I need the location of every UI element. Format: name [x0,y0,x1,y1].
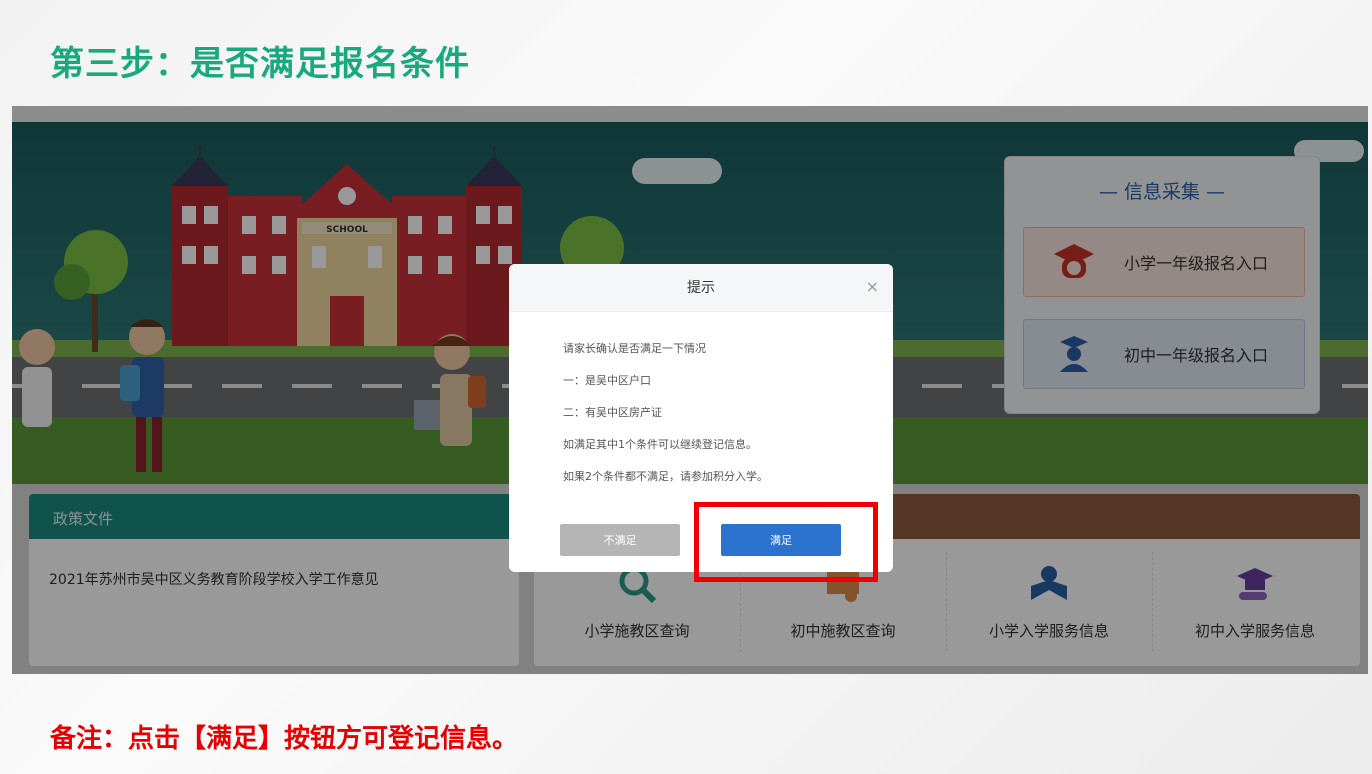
dialog-line: 如果2个条件都不满足，请参加积分入学。 [563,470,768,483]
slide-title: 第三步：是否满足报名条件 [50,44,470,84]
dialog-title: 提示 [687,280,715,296]
close-icon[interactable]: × [866,264,879,310]
screenshot-frame: SCHOOL — 信息采集 — 小学一年级报名入口 初中一年级报名入口 政策文件… [12,106,1368,674]
dialog-header: 提示 × [509,264,893,312]
slide-note: 备注：点击【满足】按钮方可登记信息。 [50,724,519,754]
dialog-line: 二：有吴中区房产证 [563,406,662,419]
dialog-line: 一：是吴中区户口 [563,374,651,387]
highlight-box [694,502,878,582]
dialog-line: 请家长确认是否满足一下情况 [563,342,706,355]
not-satisfied-button[interactable]: 不满足 [560,524,680,556]
dialog-body: 请家长确认是否满足一下情况 一：是吴中区户口 二：有吴中区房产证 如满足其中1个… [509,312,893,500]
dialog-line: 如满足其中1个条件可以继续登记信息。 [563,438,757,451]
